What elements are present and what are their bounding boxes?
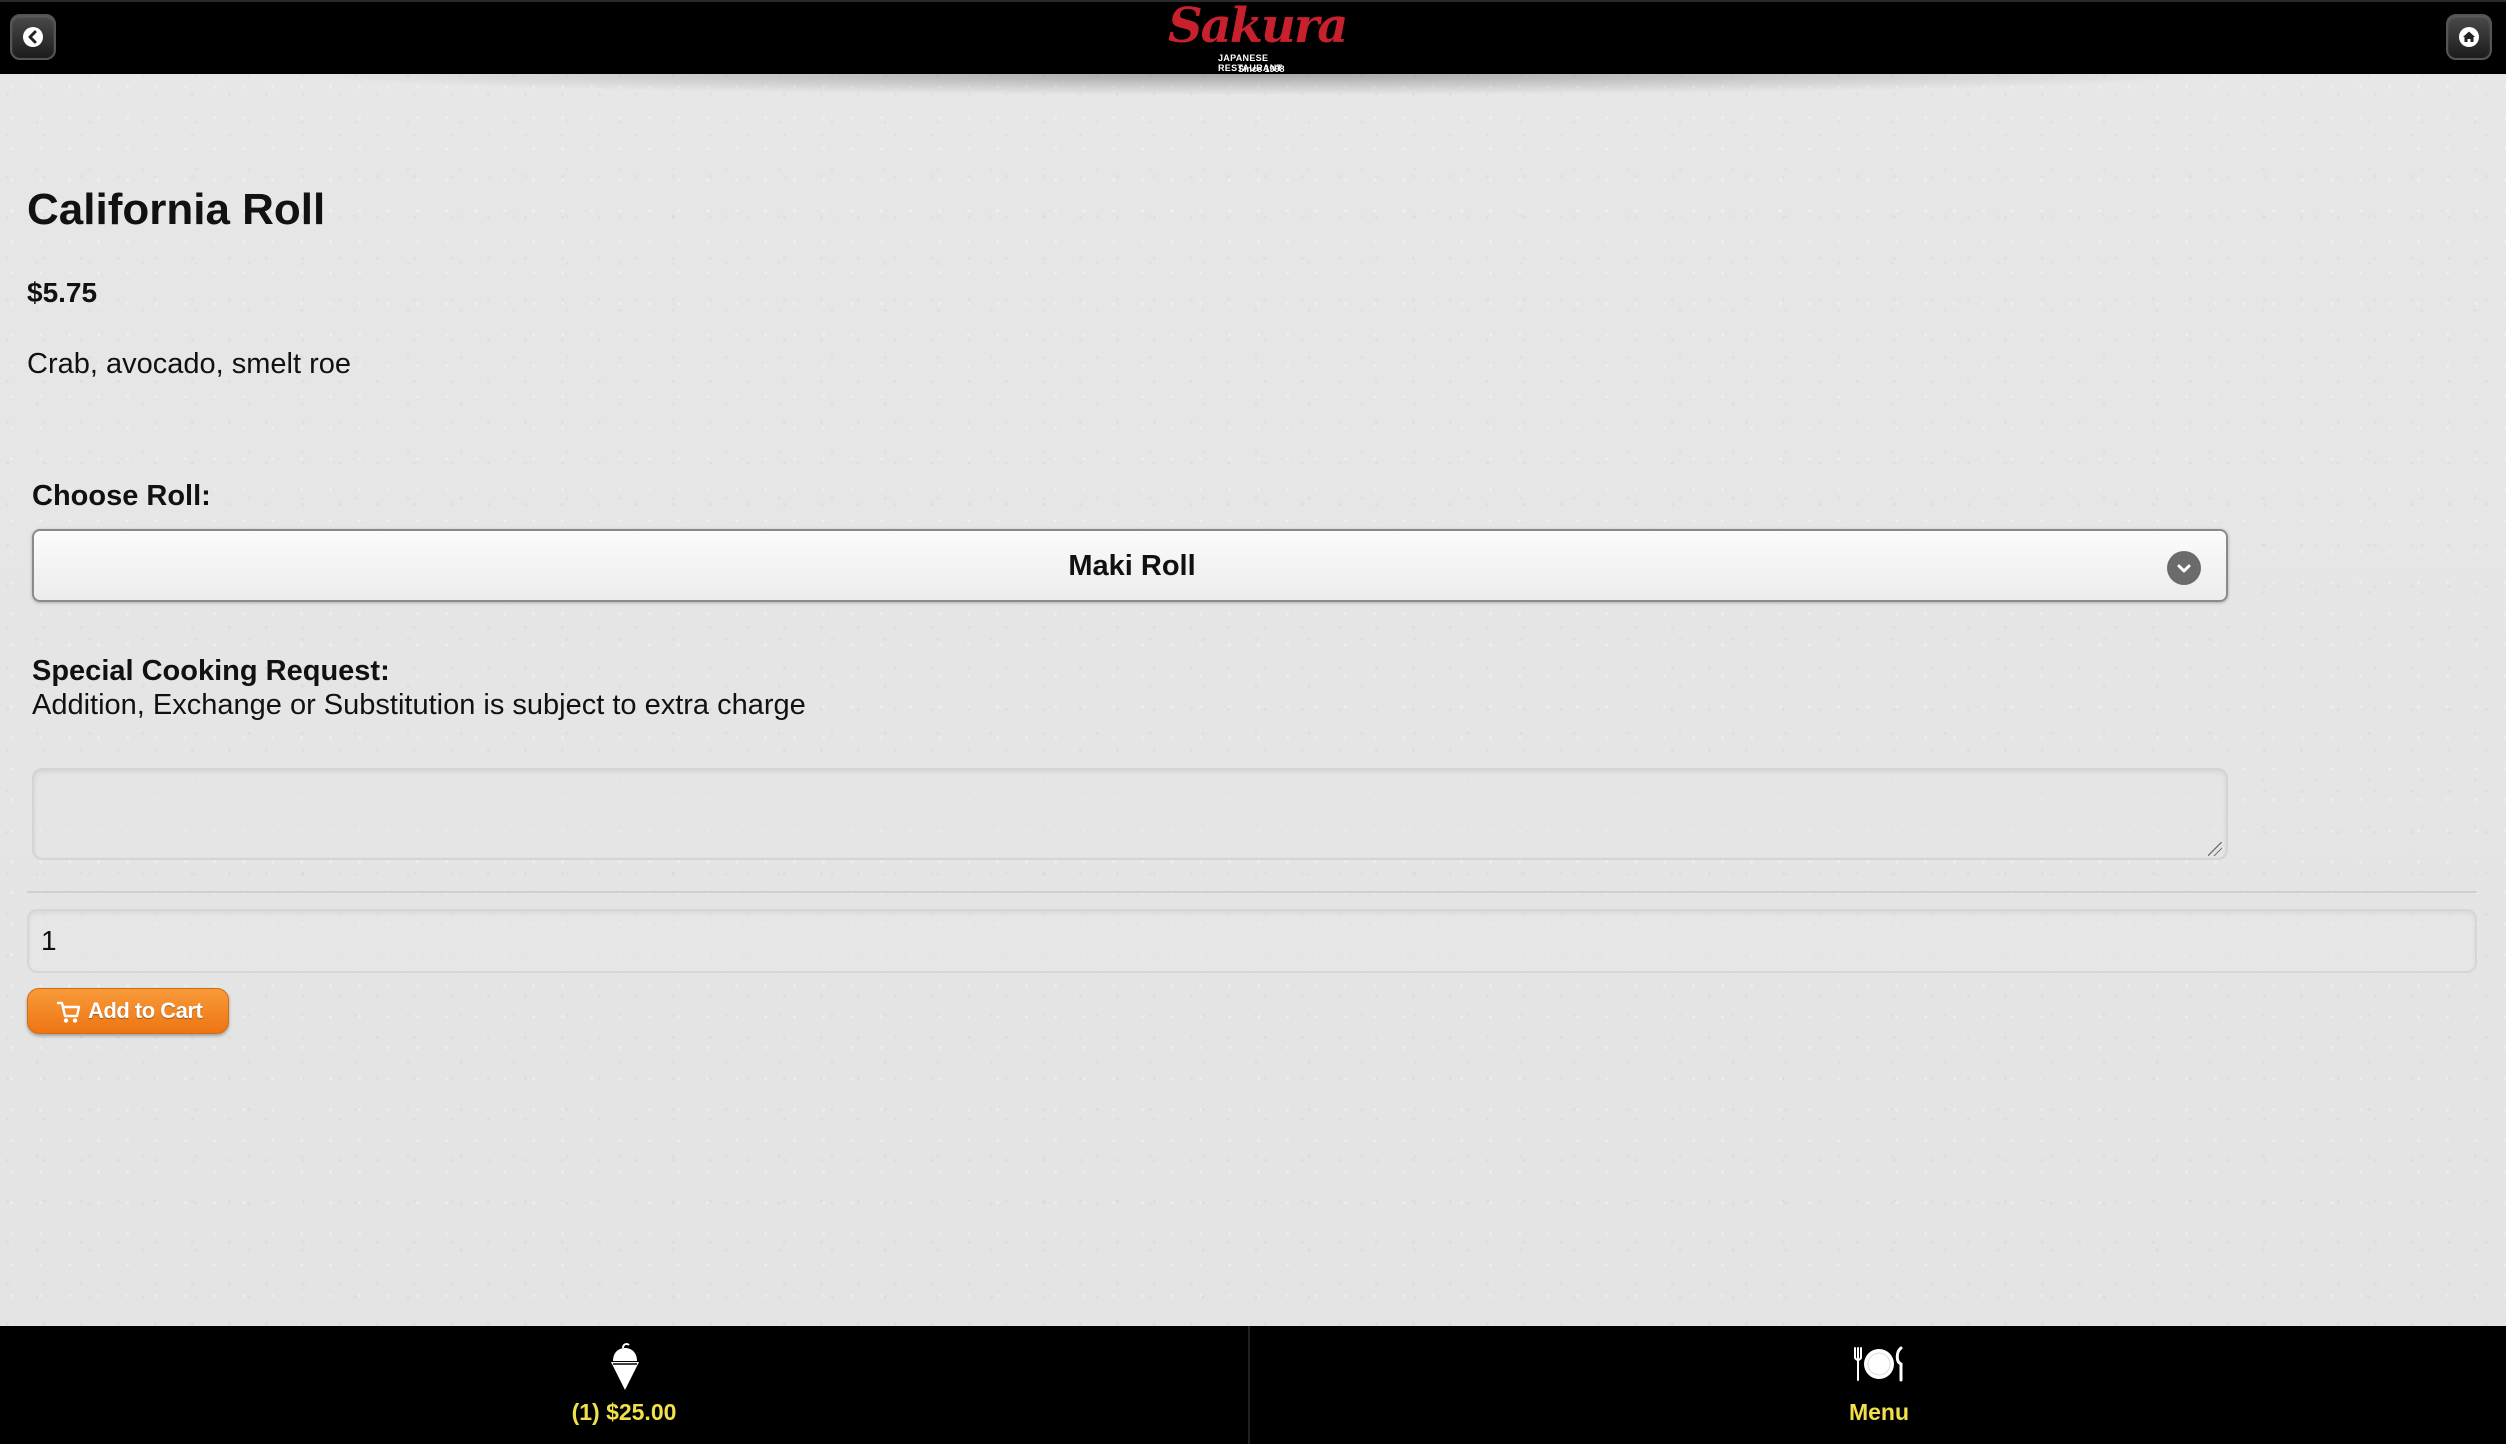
- roll-select-value: Maki Roll: [1068, 550, 1196, 582]
- ice-cream-icon: [611, 1343, 639, 1390]
- choose-roll-label: Choose Roll:: [32, 480, 211, 512]
- item-title: California Roll: [27, 185, 326, 234]
- plate-cutlery-icon: [1854, 1346, 1903, 1382]
- nav-menu-label: Menu: [1848, 1399, 1910, 1425]
- quantity-input[interactable]: 1: [27, 909, 2477, 973]
- chevron-left-icon: [23, 27, 43, 47]
- special-request-label: Special Cooking Request:: [32, 655, 390, 687]
- home-button[interactable]: [2446, 14, 2492, 60]
- roll-select[interactable]: Maki Roll: [32, 529, 2228, 602]
- special-request-textarea[interactable]: [32, 768, 2228, 860]
- nav-menu-tab[interactable]: Menu: [1252, 1326, 2506, 1444]
- home-icon: [2459, 27, 2479, 47]
- cart-icon: [56, 1001, 81, 1023]
- quantity-value: 1: [41, 925, 57, 956]
- bottom-nav: (1) $25.00 Menu: [0, 1326, 2506, 1444]
- logo-script: Sakura: [1168, 0, 1348, 54]
- back-button[interactable]: [10, 14, 56, 60]
- page-background: [0, 0, 2506, 1444]
- app-header: Sakura JAPANESE RESTAURANT Since 1998: [0, 0, 2506, 74]
- item-description: Crab, avocado, smelt roe: [27, 348, 351, 380]
- logo-since: Since 1998: [1238, 64, 1285, 74]
- resize-grip-icon[interactable]: [2208, 842, 2222, 856]
- item-price: $5.75: [27, 277, 98, 308]
- chevron-down-icon: [2167, 551, 2201, 585]
- nav-cart-label: (1) $25.00: [571, 1399, 677, 1425]
- add-to-cart-button[interactable]: Add to Cart: [27, 988, 229, 1034]
- nav-cart-tab[interactable]: (1) $25.00: [0, 1326, 1250, 1444]
- divider: [27, 891, 2477, 893]
- special-request-note: Addition, Exchange or Substitution is su…: [32, 689, 806, 721]
- header-shadow: [0, 74, 2506, 104]
- restaurant-logo[interactable]: Sakura JAPANESE RESTAURANT Since 1998: [1168, 0, 1348, 74]
- add-to-cart-label: Add to Cart: [88, 998, 203, 1023]
